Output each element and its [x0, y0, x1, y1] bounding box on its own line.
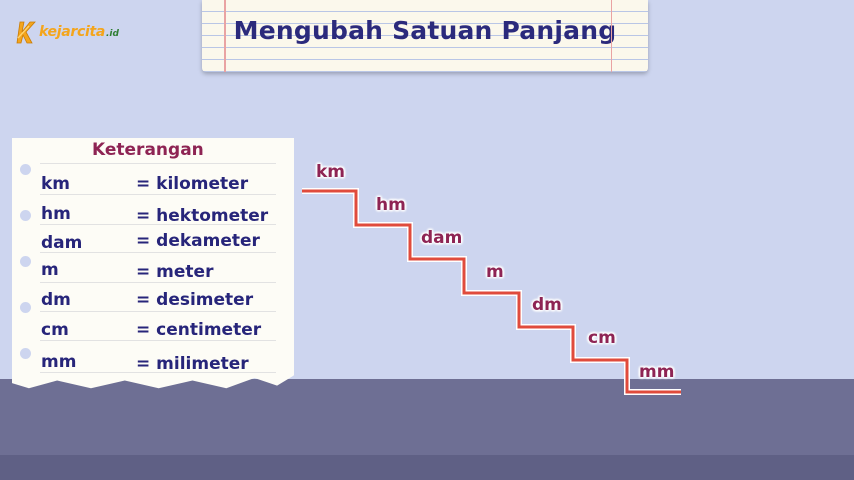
- step-label-mm: mm: [639, 362, 675, 382]
- step-label-m: m: [486, 262, 504, 282]
- step-label-dam: dam: [421, 228, 463, 248]
- step-label-hm: hm: [376, 195, 406, 215]
- step-label-cm: cm: [588, 328, 616, 348]
- step-label-km: km: [316, 162, 346, 182]
- step-label-dm: dm: [532, 295, 562, 315]
